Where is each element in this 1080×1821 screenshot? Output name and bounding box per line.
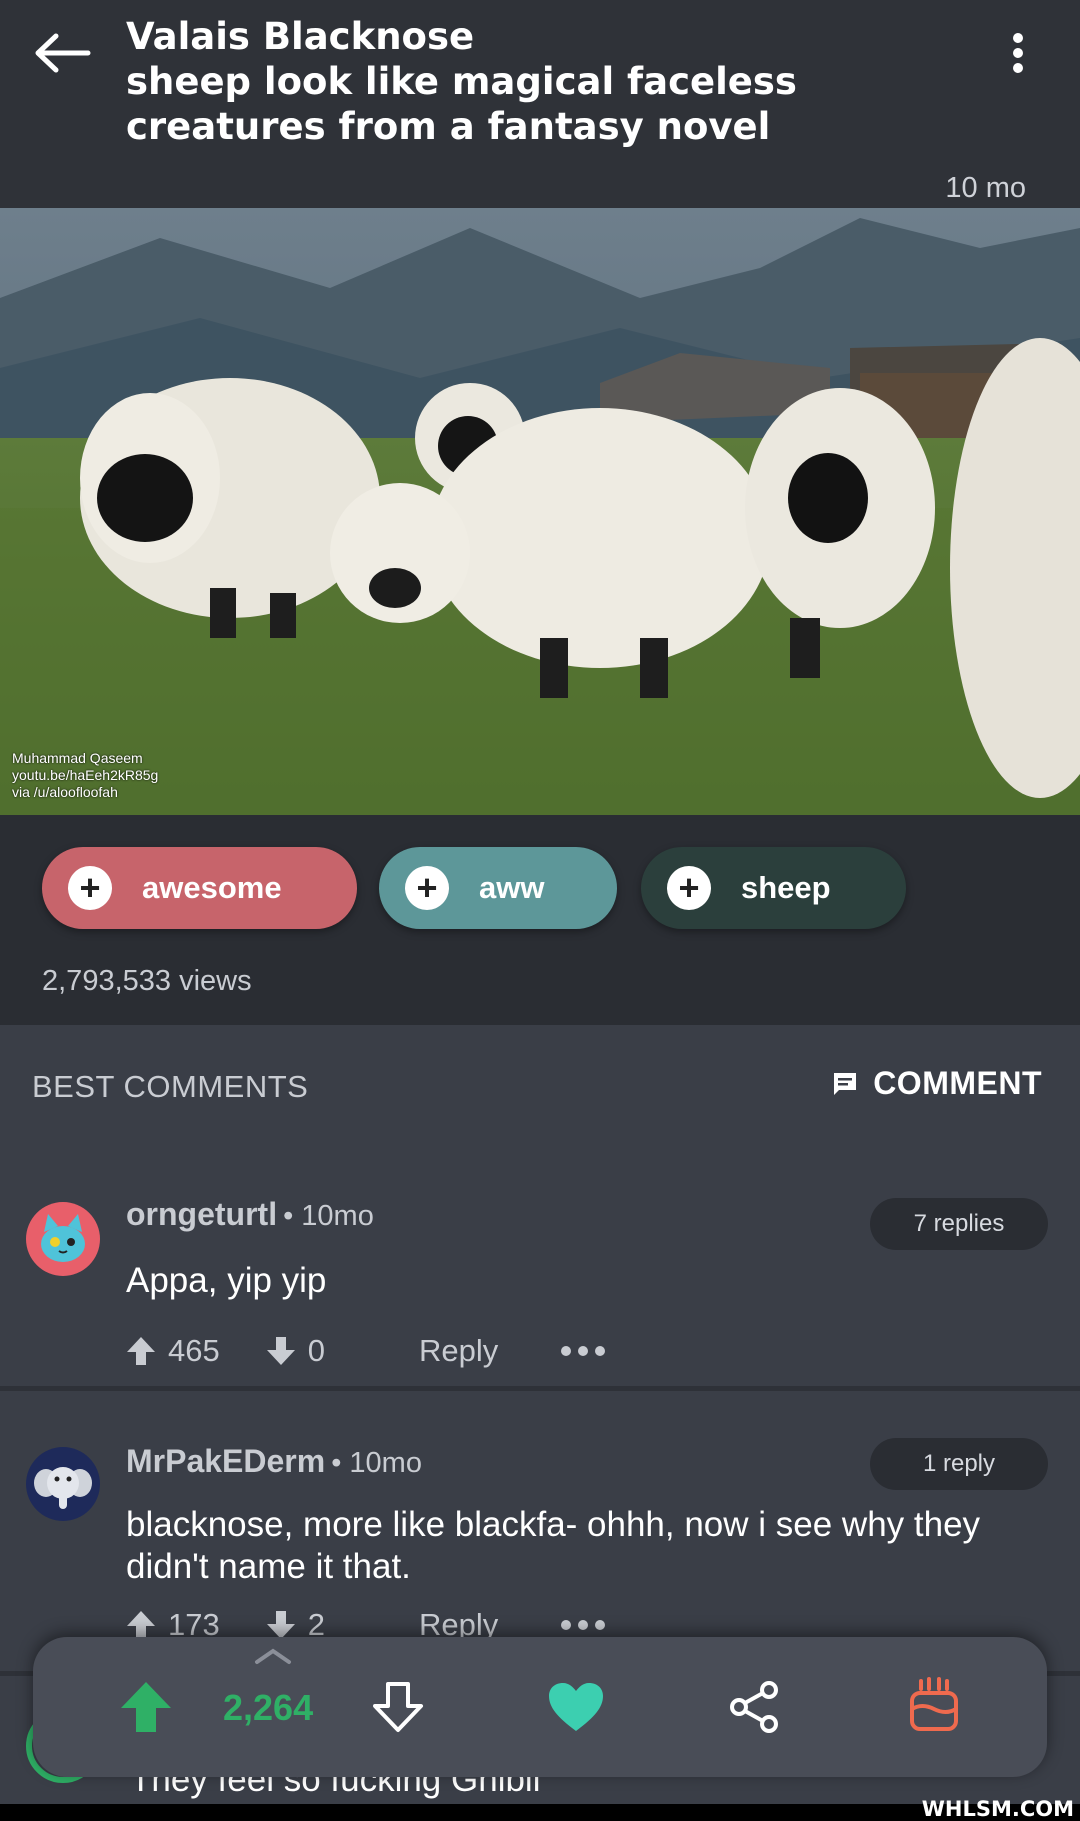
comment-text: Appa, yip yip xyxy=(126,1261,327,1300)
elephant-avatar-icon xyxy=(34,1467,92,1509)
comment-time: • 10mo xyxy=(283,1200,374,1232)
replies-button[interactable]: 1 reply xyxy=(870,1438,1048,1490)
comment-author[interactable]: MrPakEDerm • 10mo xyxy=(126,1443,422,1480)
downvote-button[interactable] xyxy=(371,1680,425,1739)
expand-bar-button[interactable] xyxy=(253,1647,293,1670)
ellipsis-icon xyxy=(561,1346,606,1356)
view-count: 2,793,533 views xyxy=(42,965,252,997)
comment-username: MrPakEDerm xyxy=(126,1443,326,1479)
upvote-arrow-icon xyxy=(121,1682,171,1732)
birthday-cake-icon xyxy=(910,1677,958,1731)
plus-icon: + xyxy=(68,866,112,910)
tag-label: sheep xyxy=(741,870,831,905)
comment-username: orngeturtl xyxy=(126,1196,278,1232)
tag-awesome[interactable]: + awesome xyxy=(42,847,357,929)
add-comment-label: COMMENT xyxy=(873,1065,1042,1101)
favorite-button[interactable] xyxy=(547,1681,605,1738)
post-info: + awesome + aww + sheep 2,793,533 views xyxy=(0,815,1080,1025)
post-age: 10 mo xyxy=(945,172,1026,204)
downvote-arrow-icon xyxy=(373,1682,423,1732)
avatar[interactable] xyxy=(26,1202,100,1276)
comment-more-button[interactable] xyxy=(560,1345,606,1357)
avatar[interactable] xyxy=(26,1447,100,1521)
comment-downvote-button[interactable]: 0 xyxy=(266,1333,325,1369)
downvote-arrow-icon xyxy=(266,1337,295,1365)
comment-more-button[interactable] xyxy=(560,1619,606,1631)
comment-icon xyxy=(834,1072,857,1095)
replies-button[interactable]: 7 replies xyxy=(870,1198,1048,1250)
tag-sheep[interactable]: + sheep xyxy=(641,847,906,929)
cake-day-button[interactable] xyxy=(907,1677,961,1740)
post-media[interactable]: Muhammad Qaseem youtu.be/haEeh2kR85g via… xyxy=(0,208,1080,815)
comment-text: blacknose, more like blackfa- ohhh, now … xyxy=(126,1505,981,1586)
reply-button[interactable]: Reply xyxy=(419,1333,498,1369)
arrow-left-icon xyxy=(35,33,91,73)
share-icon xyxy=(730,1681,778,1733)
back-button[interactable] xyxy=(30,28,96,78)
tag-aww[interactable]: + aww xyxy=(379,847,617,929)
post-header: Valais Blacknose sheep look like magical… xyxy=(0,0,1080,208)
upvote-arrow-icon xyxy=(127,1337,155,1365)
vote-score: 2,264 xyxy=(223,1687,314,1728)
post-title: Valais Blacknose sheep look like magical… xyxy=(126,15,797,148)
comment-upvote-button[interactable]: 465 xyxy=(126,1333,220,1369)
heart-icon xyxy=(549,1683,603,1731)
comment-author[interactable]: orngeturtl • 10mo xyxy=(126,1196,374,1233)
plus-icon: + xyxy=(667,866,711,910)
more-options-button[interactable] xyxy=(1001,30,1035,80)
best-comments-heading: BEST COMMENTS xyxy=(32,1069,309,1104)
downvote-count: 0 xyxy=(307,1333,325,1368)
cat-avatar-icon xyxy=(41,1214,85,1262)
chevron-up-icon xyxy=(255,1648,291,1664)
add-comment-button[interactable]: COMMENT xyxy=(831,1065,1042,1102)
plus-icon: + xyxy=(405,866,449,910)
upvote-count: 465 xyxy=(168,1333,220,1368)
post-action-bar: 2,264 xyxy=(33,1637,1047,1777)
comment-time: • 10mo xyxy=(331,1447,422,1479)
comment-actions: 465 0 Reply xyxy=(126,1333,606,1369)
ellipsis-icon xyxy=(561,1620,606,1630)
comment-item: orngeturtl • 10mo 7 replies Appa, yip yip… xyxy=(0,1170,1080,1390)
watermark-text: WHLSM.COM xyxy=(921,1797,1074,1821)
watermark: WHLSM.COM xyxy=(0,1797,1080,1821)
tag-label: aww xyxy=(479,870,545,905)
comment-item: MrPakEDerm • 10mo 1 reply blacknose, more… xyxy=(0,1391,1080,1651)
sheep-photo xyxy=(0,208,1080,815)
share-button[interactable] xyxy=(727,1679,783,1740)
upvote-button[interactable] xyxy=(119,1680,173,1739)
media-credit: Muhammad Qaseem youtu.be/haEeh2kR85g via… xyxy=(12,750,159,800)
tag-label: awesome xyxy=(142,870,282,905)
